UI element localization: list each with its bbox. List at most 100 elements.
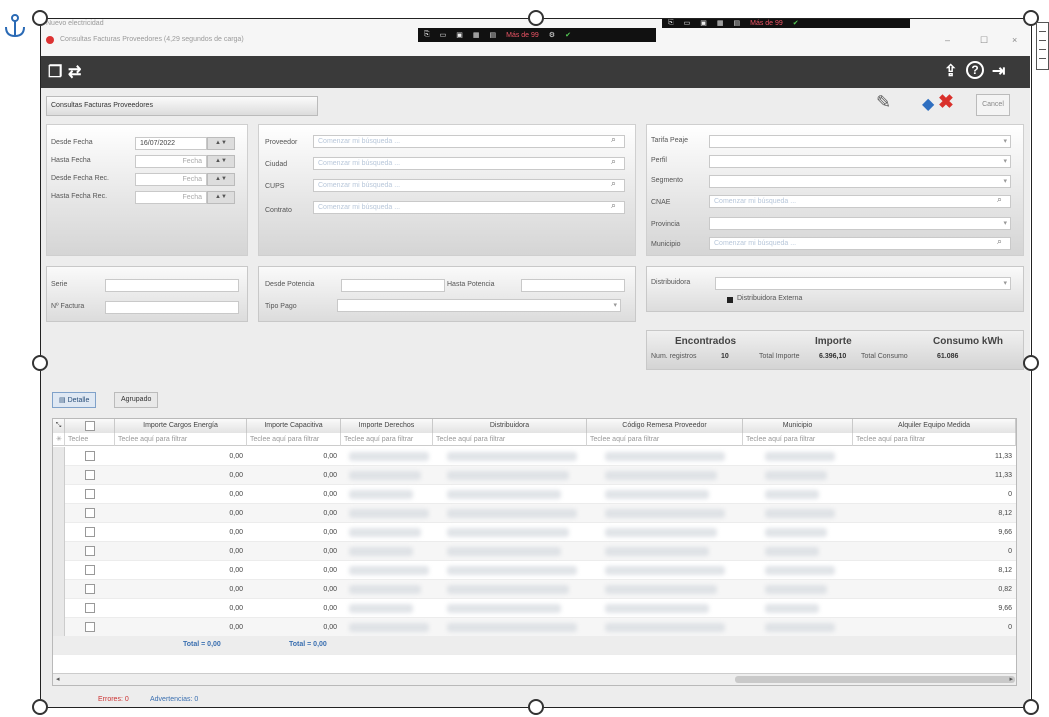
externa-checkbox[interactable]: [727, 297, 733, 303]
table-row[interactable]: 0,00 0,00 9,66: [53, 523, 1016, 542]
layout-options-icon[interactable]: [1036, 22, 1049, 70]
row-checkbox[interactable]: [85, 622, 95, 632]
screen-icon-2[interactable]: ▭: [684, 19, 691, 27]
col-header-cargos[interactable]: Importe Cargos Energía: [115, 419, 247, 433]
filter-alquiler[interactable]: Teclee aquí para filtrar: [853, 433, 1016, 446]
row-header[interactable]: [53, 618, 65, 637]
row-checkbox[interactable]: [85, 565, 95, 575]
row-header[interactable]: [53, 542, 65, 561]
help-icon[interactable]: ?: [966, 61, 984, 79]
anchor-icon[interactable]: [4, 14, 26, 38]
tab-detalle[interactable]: ▤ Detalle: [52, 392, 97, 408]
row-header[interactable]: [53, 485, 65, 504]
desde-fecha-picker[interactable]: ▲▼: [207, 137, 235, 150]
row-header[interactable]: [53, 599, 65, 618]
serie-input[interactable]: [105, 279, 239, 292]
col-header-capacitiva[interactable]: Importe Capacitiva: [247, 419, 341, 433]
taskbar-right-strip[interactable]: ⎘ ▭ ▣ ▦ ▤ Más de 99 ✔: [662, 18, 910, 28]
col-header-distribuidora[interactable]: Distribuidora: [433, 419, 587, 433]
hasta-fecha-rec-input[interactable]: Fecha: [135, 191, 207, 204]
table-row[interactable]: 0,00 0,00 0: [53, 618, 1016, 637]
hasta-fecha-picker[interactable]: ▲▼: [207, 155, 235, 168]
horizontal-scrollbar[interactable]: ◂ ▸: [53, 673, 1016, 685]
resize-handle-n[interactable]: [528, 10, 544, 26]
row-header[interactable]: [53, 523, 65, 542]
upload-icon[interactable]: ⇪: [944, 61, 957, 81]
municipio-search-icon[interactable]: ⌕: [997, 236, 1020, 247]
filter-derechos[interactable]: Teclee aquí para filtrar: [341, 433, 433, 446]
resize-handle-s[interactable]: [528, 699, 544, 715]
minimize-button[interactable]: –: [945, 35, 950, 45]
filter-municipio[interactable]: Teclee aquí para filtrar: [743, 433, 853, 446]
filter-remesa[interactable]: Teclee aquí para filtrar: [587, 433, 743, 446]
display-icon[interactable]: ▤: [489, 31, 496, 39]
ciudad-search-icon[interactable]: ⌕: [611, 156, 632, 167]
row-checkbox[interactable]: [85, 451, 95, 461]
scroll-right-icon[interactable]: ▸: [1009, 675, 1013, 683]
ciudad-input[interactable]: Comenzar mi búsqueda ...: [313, 157, 625, 170]
col-header-remesa[interactable]: Código Remesa Proveedor: [587, 419, 743, 433]
delete-icon[interactable]: ✖: [938, 91, 954, 114]
resize-handle-w[interactable]: [32, 355, 48, 371]
proveedor-search-icon[interactable]: ⌕: [611, 134, 632, 145]
row-header[interactable]: [53, 504, 65, 523]
copy-icon-2[interactable]: ⎘: [668, 19, 674, 27]
segmento-select[interactable]: ▾: [709, 175, 1011, 188]
resize-handle-se[interactable]: [1023, 699, 1039, 715]
copy-icon[interactable]: ⎘: [424, 31, 430, 39]
exit-icon[interactable]: ⇥: [992, 61, 1005, 81]
row-header[interactable]: [53, 447, 65, 466]
hasta-fecha-input[interactable]: Fecha: [135, 155, 207, 168]
select-all-checkbox[interactable]: [85, 421, 95, 431]
monitor-icon[interactable]: ▣: [456, 31, 463, 39]
table-row[interactable]: 0,00 0,00 8,12: [53, 561, 1016, 580]
col-header-alquiler[interactable]: Alquiler Equipo Medida: [853, 419, 1016, 433]
desde-fecha-rec-input[interactable]: Fecha: [135, 173, 207, 186]
clear-filters-icon[interactable]: ✎: [876, 92, 891, 113]
tarifa-peaje-select[interactable]: ▾: [709, 135, 1011, 148]
contrato-input[interactable]: Comenzar mi búsqueda ...: [313, 201, 625, 214]
scroll-left-icon[interactable]: ◂: [56, 675, 60, 683]
grid-icon-2[interactable]: ▦: [717, 19, 724, 27]
table-row[interactable]: 0,00 0,00 11,33: [53, 466, 1016, 485]
hasta-fecha-rec-picker[interactable]: ▲▼: [207, 191, 235, 204]
exchange-icon[interactable]: ⇄: [68, 62, 81, 82]
filter-capacitiva[interactable]: Teclee aquí para filtrar: [247, 433, 341, 446]
invoice-icon[interactable]: ❐: [48, 62, 62, 82]
table-row[interactable]: 0,00 0,00 0: [53, 485, 1016, 504]
cnae-search-icon[interactable]: ⌕: [997, 194, 1020, 205]
distribuidora-select[interactable]: ▾: [715, 277, 1011, 290]
settings-icon[interactable]: ⚙: [549, 31, 555, 39]
tipo-pago-select[interactable]: ▾: [337, 299, 621, 312]
desde-fecha-rec-picker[interactable]: ▲▼: [207, 173, 235, 186]
monitor-icon-2[interactable]: ▣: [700, 19, 707, 27]
table-row[interactable]: 0,00 0,00 11,33: [53, 447, 1016, 466]
screen-icon[interactable]: ▭: [440, 31, 447, 39]
perfil-select[interactable]: ▾: [709, 155, 1011, 168]
resize-handle-e[interactable]: [1023, 355, 1039, 371]
check-icon[interactable]: ✔: [565, 31, 571, 39]
close-button[interactable]: ×: [1012, 35, 1017, 45]
more-link[interactable]: Más de 99: [506, 32, 539, 39]
row-header[interactable]: [53, 466, 65, 485]
more-link-2[interactable]: Más de 99: [750, 20, 783, 27]
results-grid[interactable]: ⤡ Importe Cargos Energía Importe Capacit…: [52, 418, 1017, 686]
col-header-derechos[interactable]: Importe Derechos: [341, 419, 433, 433]
row-checkbox[interactable]: [85, 470, 95, 480]
resize-handle-sw[interactable]: [32, 699, 48, 715]
row-checkbox[interactable]: [85, 527, 95, 537]
filter-select[interactable]: Teclee: [65, 433, 115, 446]
filter-cargos[interactable]: Teclee aquí para filtrar: [115, 433, 247, 446]
factura-input[interactable]: [105, 301, 239, 314]
table-row[interactable]: 0,00 0,00 0: [53, 542, 1016, 561]
cnae-input[interactable]: Comenzar mi búsqueda ...: [709, 195, 1011, 208]
table-row[interactable]: 0,00 0,00 0,82: [53, 580, 1016, 599]
row-checkbox[interactable]: [85, 603, 95, 613]
cancel-button[interactable]: Cancel: [976, 94, 1010, 116]
proveedor-input[interactable]: Comenzar mi búsqueda ...: [313, 135, 625, 148]
taskbar-center-strip[interactable]: ⎘ ▭ ▣ ▦ ▤ Más de 99 ⚙ ✔: [418, 28, 656, 42]
desde-fecha-input[interactable]: 16/07/2022: [135, 137, 207, 150]
row-header[interactable]: [53, 580, 65, 599]
hasta-potencia-input[interactable]: [521, 279, 625, 292]
errors-status[interactable]: Errores: 0: [98, 696, 129, 703]
